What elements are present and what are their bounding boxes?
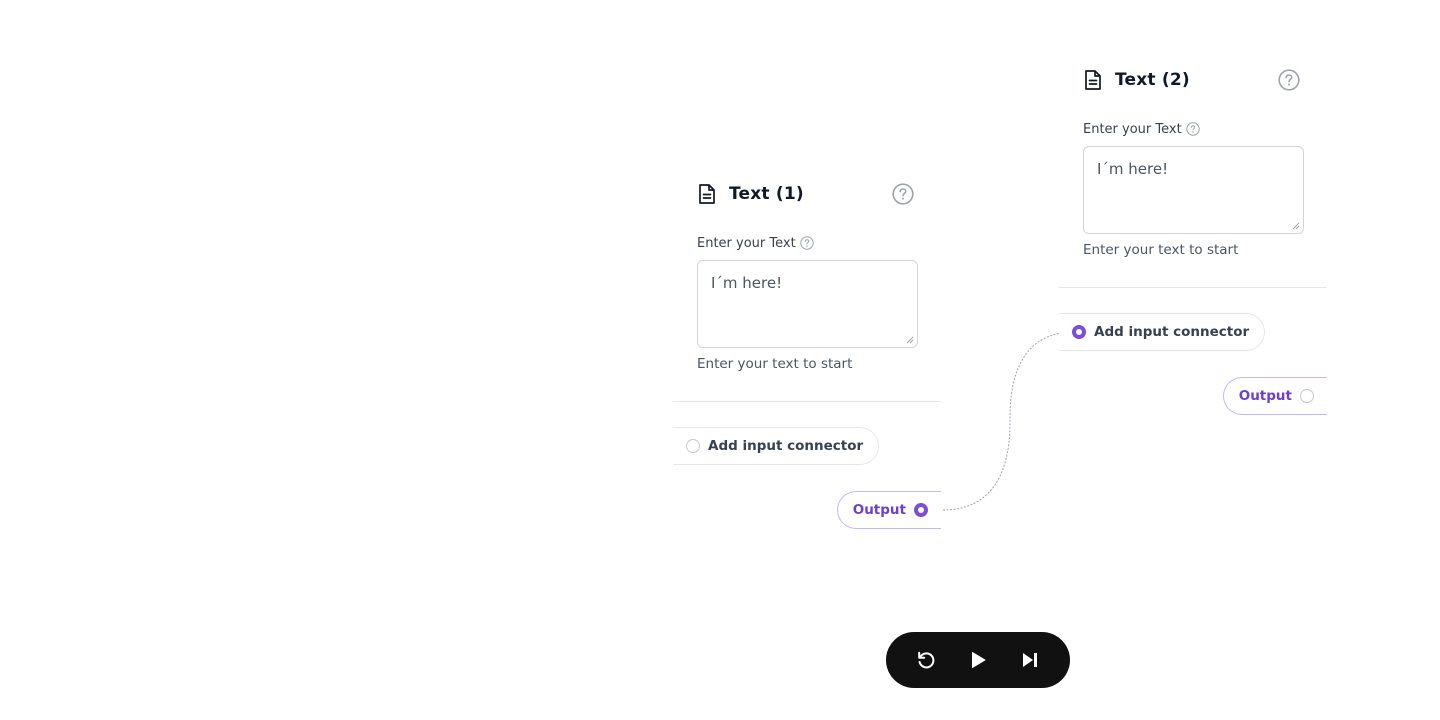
divider (673, 401, 941, 402)
help-icon[interactable] (1278, 69, 1300, 91)
output-handle[interactable] (914, 503, 928, 517)
divider (1059, 287, 1327, 288)
playback-controls (886, 632, 1070, 688)
add-input-connector-button[interactable]: Add input connector (673, 427, 880, 465)
field-label: Enter your Text (697, 234, 941, 252)
text-node-2[interactable]: Text (2) Enter your Text I´m here! Enter… (1059, 62, 1327, 442)
connector-handle[interactable] (686, 439, 700, 453)
resize-handle-icon[interactable] (905, 335, 914, 344)
add-input-connector-label: Add input connector (708, 438, 864, 454)
text-input-value: I´m here! (711, 274, 783, 292)
reset-icon[interactable] (912, 646, 940, 674)
output-connector[interactable]: Output (1222, 377, 1327, 415)
text-input-value: I´m here! (1097, 160, 1169, 178)
node-header[interactable]: Text (2) (1059, 62, 1327, 98)
resize-handle-icon[interactable] (1291, 221, 1300, 230)
play-icon[interactable] (964, 646, 992, 674)
text-node-1[interactable]: Text (1) Enter your Text I´m here! Enter… (673, 176, 941, 556)
text-input[interactable]: I´m here! (697, 260, 918, 348)
hint-text: Enter your text to start (697, 356, 853, 372)
hint-text: Enter your text to start (1083, 242, 1239, 258)
add-input-connector-button[interactable]: Add input connector (1059, 313, 1266, 351)
text-input[interactable]: I´m here! (1083, 146, 1304, 234)
connector-handle[interactable] (1072, 325, 1086, 339)
node-header[interactable]: Text (1) (673, 176, 941, 212)
document-icon (697, 183, 717, 205)
field-label: Enter your Text (1083, 120, 1327, 138)
add-input-connector-label: Add input connector (1094, 324, 1250, 340)
node-title: Text (2) (1115, 70, 1190, 90)
output-connector[interactable]: Output (836, 491, 941, 529)
field-label-text: Enter your Text (697, 235, 796, 251)
help-icon[interactable] (1185, 122, 1200, 136)
output-handle[interactable] (1300, 389, 1314, 403)
document-icon (1083, 69, 1103, 91)
output-label: Output (1238, 388, 1292, 404)
output-label: Output (852, 502, 906, 518)
help-icon[interactable] (892, 183, 914, 205)
skip-forward-icon[interactable] (1016, 646, 1044, 674)
help-icon[interactable] (799, 236, 814, 250)
field-label-text: Enter your Text (1083, 121, 1182, 137)
workflow-canvas[interactable]: Text (1) Enter your Text I´m here! Enter… (0, 0, 1440, 720)
node-title: Text (1) (729, 184, 804, 204)
